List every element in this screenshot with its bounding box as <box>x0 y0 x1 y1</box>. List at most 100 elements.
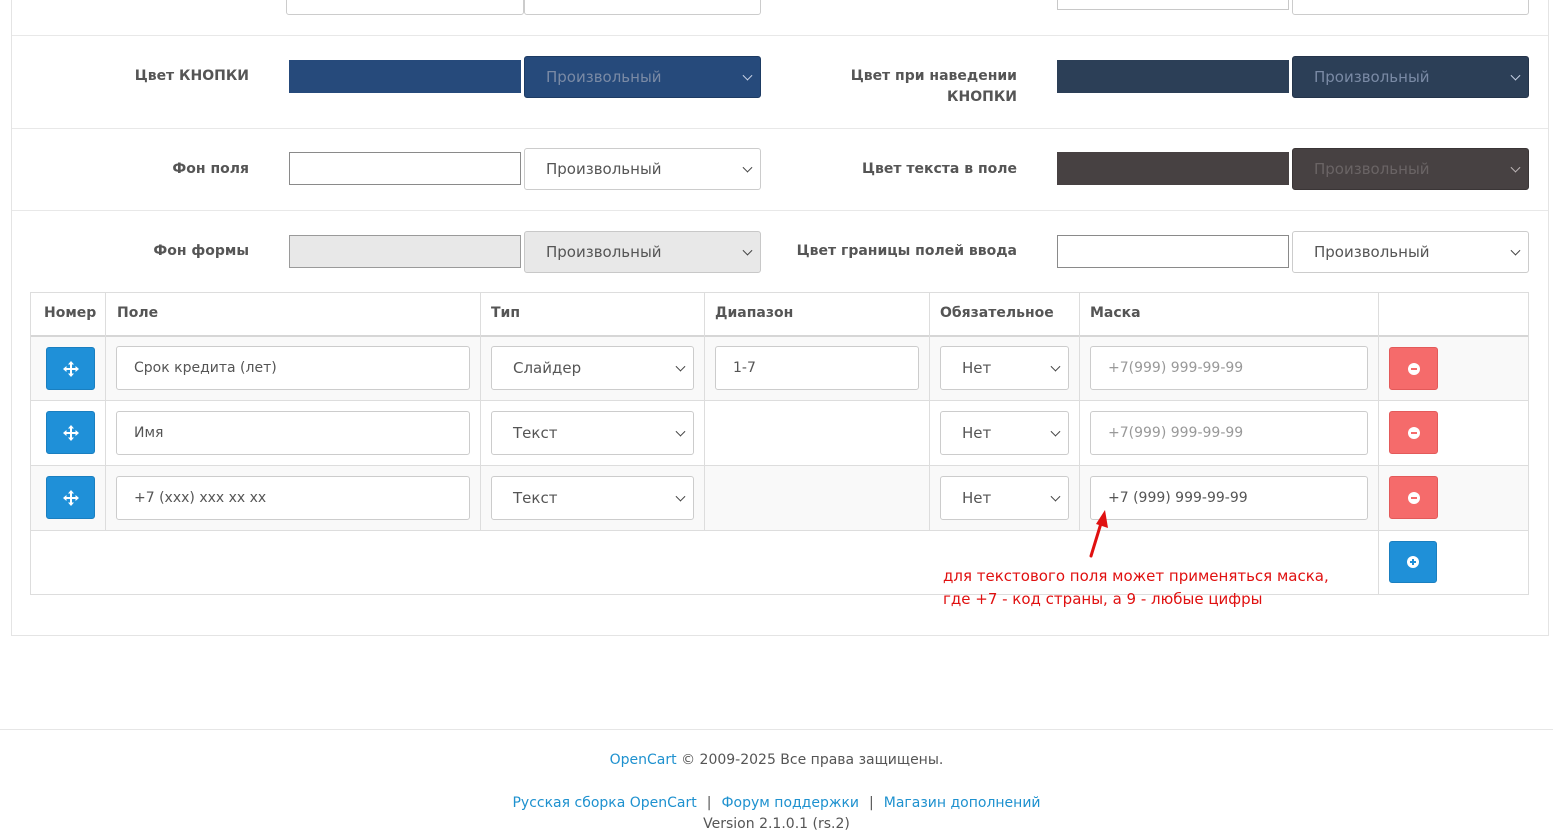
select-value: Слайдер <box>513 359 582 377</box>
field-bg-label: Фон поля <box>172 161 249 177</box>
field-name-input[interactable]: +7 (xxx) xxx xx xx <box>116 476 470 520</box>
footer-links: Русская сборка OpenCart | Форум поддержки |… <box>0 795 1553 811</box>
field-type-select[interactable]: Текст <box>491 476 694 520</box>
mask-annotation: для текстового поля может применяться ма… <box>943 565 1329 611</box>
field-name-input[interactable]: Срок кредита (лет) <box>116 346 470 390</box>
plus-circle-icon <box>1407 556 1419 568</box>
select-value: Произвольный <box>1314 68 1430 86</box>
move-arrows-icon <box>62 424 79 441</box>
col-divider <box>929 293 930 530</box>
select-value: Текст <box>513 489 558 507</box>
support-forum-link[interactable]: Форум поддержки <box>721 795 859 811</box>
extensions-store-link[interactable]: Магазин дополнений <box>884 795 1041 811</box>
annotation-arrow-icon <box>1089 510 1108 558</box>
minus-circle-icon <box>1407 362 1420 375</box>
drag-handle-button[interactable] <box>46 411 95 454</box>
form-bg-select[interactable]: Произвольный <box>524 231 761 273</box>
minus-circle-icon <box>1407 426 1420 439</box>
input-border-color-swatch[interactable] <box>1057 235 1289 268</box>
button-color-label: Цвет КНОПКИ <box>134 68 249 84</box>
col-divider <box>480 293 481 530</box>
select-value: Нет <box>962 424 992 442</box>
select-value: Нет <box>962 489 992 507</box>
select-value: Текст <box>513 424 558 442</box>
mask-input[interactable]: +7(999) 999-99-99 <box>1090 346 1368 390</box>
row-divider <box>31 400 1528 401</box>
field-name-input[interactable]: Имя <box>116 411 470 455</box>
header-number: Номер <box>44 305 97 321</box>
header-required: Обязательное <box>940 305 1054 321</box>
required-select[interactable]: Нет <box>940 476 1069 520</box>
top-cut-field-1[interactable] <box>286 0 524 15</box>
add-row-button[interactable] <box>1389 541 1437 583</box>
select-value: Произвольный <box>546 68 662 86</box>
col-divider <box>704 293 705 530</box>
top-cut-field-3[interactable] <box>1057 0 1289 10</box>
field-text-color-label: Цвет текста в поле <box>862 161 1017 177</box>
annotation-line-1: для текстового поля может применяться ма… <box>943 567 1329 585</box>
chevron-down-icon <box>675 361 686 372</box>
button-hover-color-label: Цвет при наведении КНОПКИ <box>850 68 1017 105</box>
header-field: Поле <box>117 305 159 321</box>
opencart-link[interactable]: OpenCart <box>610 752 677 768</box>
select-value: Нет <box>962 359 992 377</box>
annotation-line-2: где +7 - код страны, а 9 - любые цифры <box>943 590 1263 608</box>
separator: | <box>869 795 874 811</box>
top-cut-field-4[interactable] <box>1292 0 1529 15</box>
footer-copyright: OpenCart © 2009-2025 Все права защищены. <box>0 752 1553 768</box>
copyright-text: © 2009-2025 Все права защищены. <box>681 752 944 768</box>
chevron-down-icon <box>1050 491 1061 502</box>
mask-input[interactable]: +7(999) 999-99-99 <box>1090 411 1368 455</box>
header-mask: Маска <box>1090 305 1141 321</box>
input-border-color-select[interactable]: Произвольный <box>1292 231 1529 273</box>
minus-circle-icon <box>1407 491 1420 504</box>
chevron-down-icon <box>742 162 753 173</box>
chevron-down-icon <box>1510 162 1521 173</box>
russian-build-link[interactable]: Русская сборка OpenCart <box>512 795 696 811</box>
form-bg-swatch[interactable] <box>289 235 521 268</box>
divider <box>12 128 1548 129</box>
chevron-down-icon <box>1510 245 1521 256</box>
remove-row-button[interactable] <box>1389 347 1438 390</box>
header-type: Тип <box>491 305 521 321</box>
row-divider <box>31 530 1528 531</box>
divider <box>12 210 1548 211</box>
field-type-select[interactable]: Слайдер <box>491 346 694 390</box>
drag-handle-button[interactable] <box>46 347 95 390</box>
col-divider <box>1378 293 1379 594</box>
remove-row-button[interactable] <box>1389 476 1438 519</box>
range-input[interactable]: 1-7 <box>715 346 919 390</box>
remove-row-button[interactable] <box>1389 411 1438 454</box>
required-select[interactable]: Нет <box>940 346 1069 390</box>
move-arrows-icon <box>62 360 79 377</box>
select-value: Произвольный <box>1314 160 1430 178</box>
header-range: Диапазон <box>715 305 794 321</box>
field-text-color-select[interactable]: Произвольный <box>1292 148 1529 190</box>
chevron-down-icon <box>1050 426 1061 437</box>
footer-version: Version 2.1.0.1 (rs.2) <box>703 816 850 832</box>
select-value: Произвольный <box>546 243 662 261</box>
top-cut-field-2[interactable] <box>524 0 761 15</box>
button-hover-color-swatch[interactable] <box>1057 60 1289 93</box>
field-text-color-swatch[interactable] <box>1057 152 1289 185</box>
field-bg-swatch[interactable] <box>289 152 521 185</box>
drag-handle-button[interactable] <box>46 476 95 519</box>
move-arrows-icon <box>62 489 79 506</box>
button-color-swatch[interactable] <box>289 60 521 93</box>
field-type-select[interactable]: Текст <box>491 411 694 455</box>
footer-divider <box>0 729 1553 730</box>
mask-input[interactable]: +7 (999) 999-99-99 <box>1090 476 1368 520</box>
separator: | <box>706 795 712 811</box>
chevron-down-icon <box>675 426 686 437</box>
field-bg-select[interactable]: Произвольный <box>524 148 761 190</box>
button-color-select[interactable]: Произвольный <box>524 56 761 98</box>
input-border-color-label: Цвет границы полей ввода <box>796 243 1017 259</box>
chevron-down-icon <box>675 491 686 502</box>
chevron-down-icon <box>742 245 753 256</box>
chevron-down-icon <box>1510 70 1521 81</box>
button-hover-color-select[interactable]: Произвольный <box>1292 56 1529 98</box>
required-select[interactable]: Нет <box>940 411 1069 455</box>
select-value: Произвольный <box>1314 243 1430 261</box>
select-value: Произвольный <box>546 160 662 178</box>
chevron-down-icon <box>1050 361 1061 372</box>
